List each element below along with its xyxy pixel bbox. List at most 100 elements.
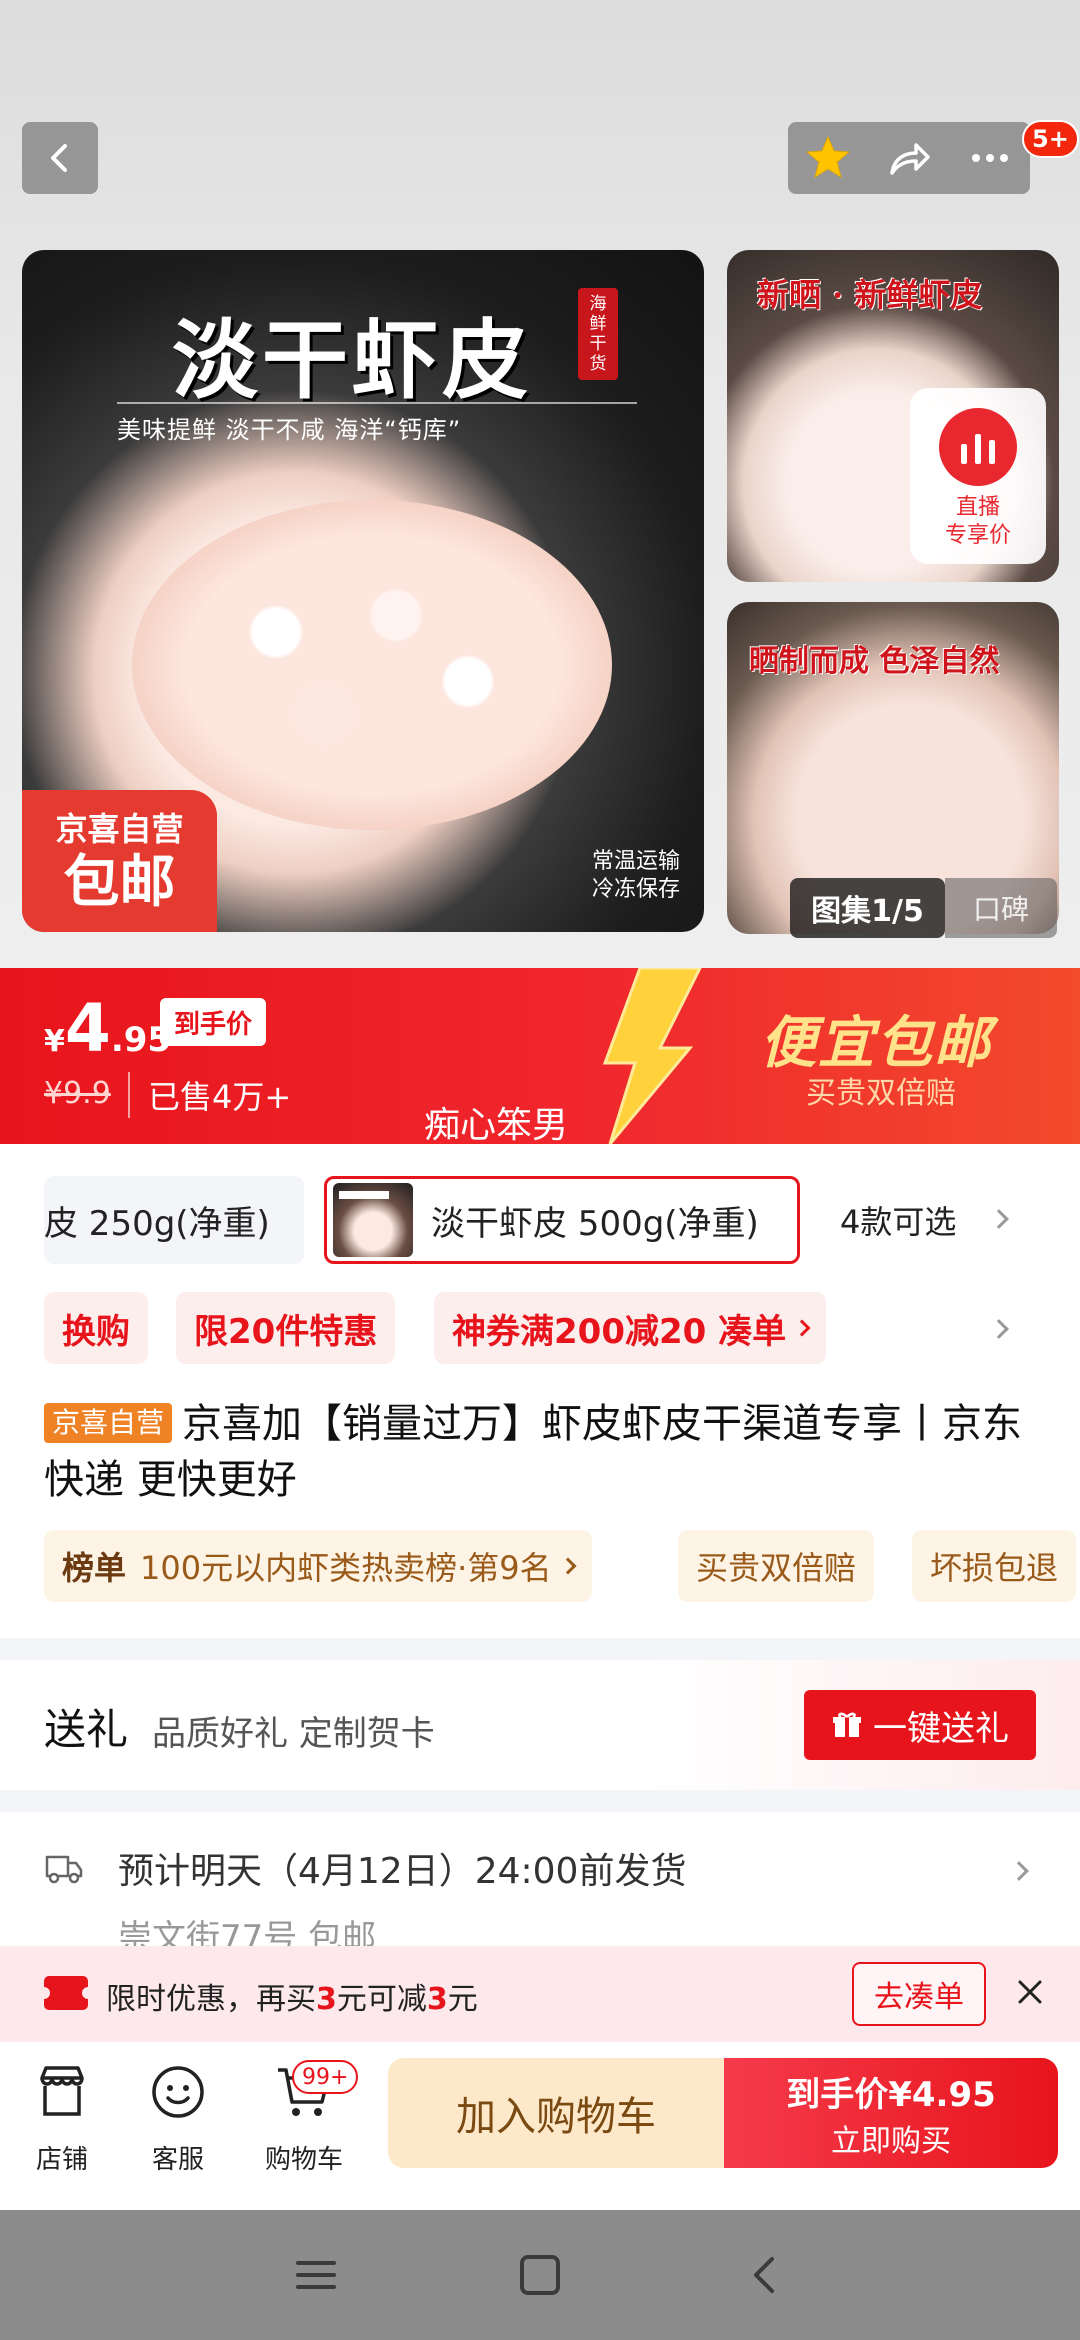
live-price-card[interactable]: 直播 专享价 [910,388,1046,564]
sold-count: 已售4万+ [128,1072,291,1118]
delivery-truck-icon [45,1855,83,1884]
live-label-line-2: 专享价 [944,523,1011,548]
more-menu-icon[interactable] [960,128,1020,188]
coupon-text: 限时优惠，再买3元可减3元 [106,1974,478,2018]
image-divider [117,402,637,404]
cart-label: 购物车 [264,2145,343,2175]
gift-row: 送礼 品质好礼 定制贺卡 一键送礼 [0,1660,1080,1790]
chevron-right-icon[interactable] [989,1209,1009,1229]
home-icon[interactable] [518,2253,562,2297]
share-icon[interactable] [879,128,939,188]
coupon-bar: 限时优惠，再买3元可减3元 去凑单 [0,1946,1080,2042]
product-gallery: 5+ 淡干虾皮 海鲜干货 美味提鲜 淡干不咸 海洋“钙库” 京喜自营 包邮 常温… [0,0,1080,968]
chevron-right-icon [1009,1861,1029,1881]
reviews-tab[interactable]: 口碑 [945,878,1057,938]
live-label: 直播 专享价 [945,494,1011,550]
current-price: ¥ 4 .95 [44,990,171,1067]
bottom-action-bar: 店铺 客服 购物车 99+ 加入购物车 到手价¥4.95 立即购买 [0,2042,1080,2210]
product-title-text: 京喜加【销量过万】虾皮虾皮干渠道专享丨京东快递 更快更好 [44,1401,1023,1503]
customer-service-icon [152,2066,204,2118]
add-on-button[interactable]: 去凑单 [852,1962,986,2026]
price-integer: 4 [64,990,111,1067]
shrimp-illustration [132,500,612,830]
main-product-image[interactable]: 淡干虾皮 海鲜干货 美味提鲜 淡干不咸 海洋“钙库” 京喜自营 包邮 常温运输 … [22,250,704,932]
chevron-right-icon [793,1319,811,1337]
chevron-right-icon [559,1557,577,1575]
section-divider [0,1790,1080,1812]
sku-selector: 皮 250g(净重) 淡干虾皮 500g(净重) 4款可选 [0,1176,1080,1266]
promo-tags: 换购 限20件特惠 神券满200减20 凑单 [0,1292,1080,1364]
coupon-text-pre: 限时优惠，再买 [106,1982,316,2017]
sku-option-250g[interactable]: 皮 250g(净重) [44,1176,304,1264]
top-actions [788,122,1030,194]
favorite-star-icon[interactable] [798,128,858,188]
store-label: 店铺 [35,2145,88,2175]
tag-limited-offer[interactable]: 限20件特惠 [176,1292,396,1364]
shipping-eta: 预计明天（4月12日）24:00前发货 [118,1851,687,1892]
badge-line-1: 京喜自营 [55,810,184,848]
back-button[interactable] [22,122,98,194]
service-label: 客服 [151,2145,204,2175]
price-currency: ¥ [44,1024,65,1059]
send-gift-button[interactable]: 一键送礼 [804,1690,1036,1760]
image-title: 淡干虾皮 [172,310,532,411]
back-arrow-icon [51,144,67,172]
live-icon [939,408,1017,486]
live-label-line-1: 直播 [955,495,1000,520]
coupon-text-post: 元 [447,1982,478,2017]
buy-now-button[interactable]: 到手价¥4.95 立即购买 [724,2058,1058,2168]
close-icon[interactable] [1014,1976,1046,2008]
tag-coupon-label: 神券满200减20 凑单 [452,1311,787,1352]
badge-line-2: 包邮 [63,850,176,915]
add-to-cart-button[interactable]: 加入购物车 [388,2058,724,2168]
tag-price-guarantee[interactable]: 买贵双倍赔 [678,1530,875,1602]
price-banner: ¥ 4 .95 到手价 ¥9.9 已售4万+ 痴心笨男 便宜包邮 买贵双倍赔 [0,968,1080,1144]
tag-coupon[interactable]: 神券满200减20 凑单 [434,1292,827,1364]
gallery-counter[interactable]: 图集1/5 [790,878,945,938]
system-nav-bar [0,2210,1080,2340]
tag-damage-return[interactable]: 坏损包退 [912,1530,1077,1602]
promo-title: 便宜包邮 [760,1011,992,1076]
ranking-text: 100元以内虾类热卖榜·第9名 [140,1549,552,1587]
storage-note-line-1: 常温运输 [592,849,681,874]
sku-option-500g[interactable]: 淡干虾皮 500g(净重) [324,1176,800,1264]
sku-option-250g-label: 皮 250g(净重) [44,1203,270,1244]
image-tag: 海鲜干货 [578,288,618,380]
shipping-row[interactable]: 预计明天（4月12日）24:00前发货 崇文街77号 包邮 [0,1812,1080,1947]
hand-price-tag: 到手价 [160,998,267,1046]
image-subtitle: 美味提鲜 淡干不咸 海洋“钙库” [117,416,462,444]
coupon-icon [38,1976,94,2010]
section-divider [0,1638,1080,1660]
system-back-icon[interactable] [742,2253,786,2297]
menu-icon[interactable] [294,2255,338,2295]
promo-subtitle: 买贵双倍赔 [806,1076,956,1111]
tag-exchange[interactable]: 换购 [44,1292,148,1364]
original-price: ¥9.9 [44,1076,111,1111]
lightning-icon [602,968,702,1144]
gift-label: 送礼 [44,1705,129,1754]
self-operated-tag: 京喜自营 [44,1403,173,1443]
coupon-text-mid: 元可减 [336,1982,427,2017]
service-button[interactable]: 客服 [128,2062,228,2176]
side-image-1-caption: 新晒 · 新鲜虾皮 [757,276,983,314]
shipping-address: 崇文街77号 包邮 [118,1918,377,1947]
store-button[interactable]: 店铺 [12,2062,112,2176]
self-operated-badge: 京喜自营 包邮 [22,790,217,932]
sku-count[interactable]: 4款可选 [840,1176,956,1264]
gift-description: 品质好礼 定制贺卡 [152,1714,435,1754]
storage-note: 常温运输 冷冻保存 [592,848,680,904]
watermark-text: 痴心笨男 [424,1105,569,1144]
product-title: 京喜自营 京喜加【销量过万】虾皮虾皮干渠道专享丨京东快递 更快更好 [44,1396,1044,1508]
message-badge: 5+ [1022,120,1079,158]
ranking-label: 榜单 [62,1549,127,1587]
buy-now-label: 立即购买 [831,2123,951,2159]
sku-option-500g-label: 淡干虾皮 500g(净重) [431,1203,759,1244]
coupon-amount-2: 3 [426,1982,448,2017]
ranking-tag[interactable]: 榜单 100元以内虾类热卖榜·第9名 [44,1530,592,1602]
side-image-2-caption: 晒制而成 色泽自然 [749,644,1000,679]
coupon-amount-1: 3 [316,1982,337,2017]
gift-icon [833,1712,861,1737]
store-icon [40,2066,84,2116]
cart-count-badge: 99+ [292,2060,359,2094]
rank-tags: 榜单 100元以内虾类热卖榜·第9名 买贵双倍赔 坏损包退 [0,1530,1080,1604]
